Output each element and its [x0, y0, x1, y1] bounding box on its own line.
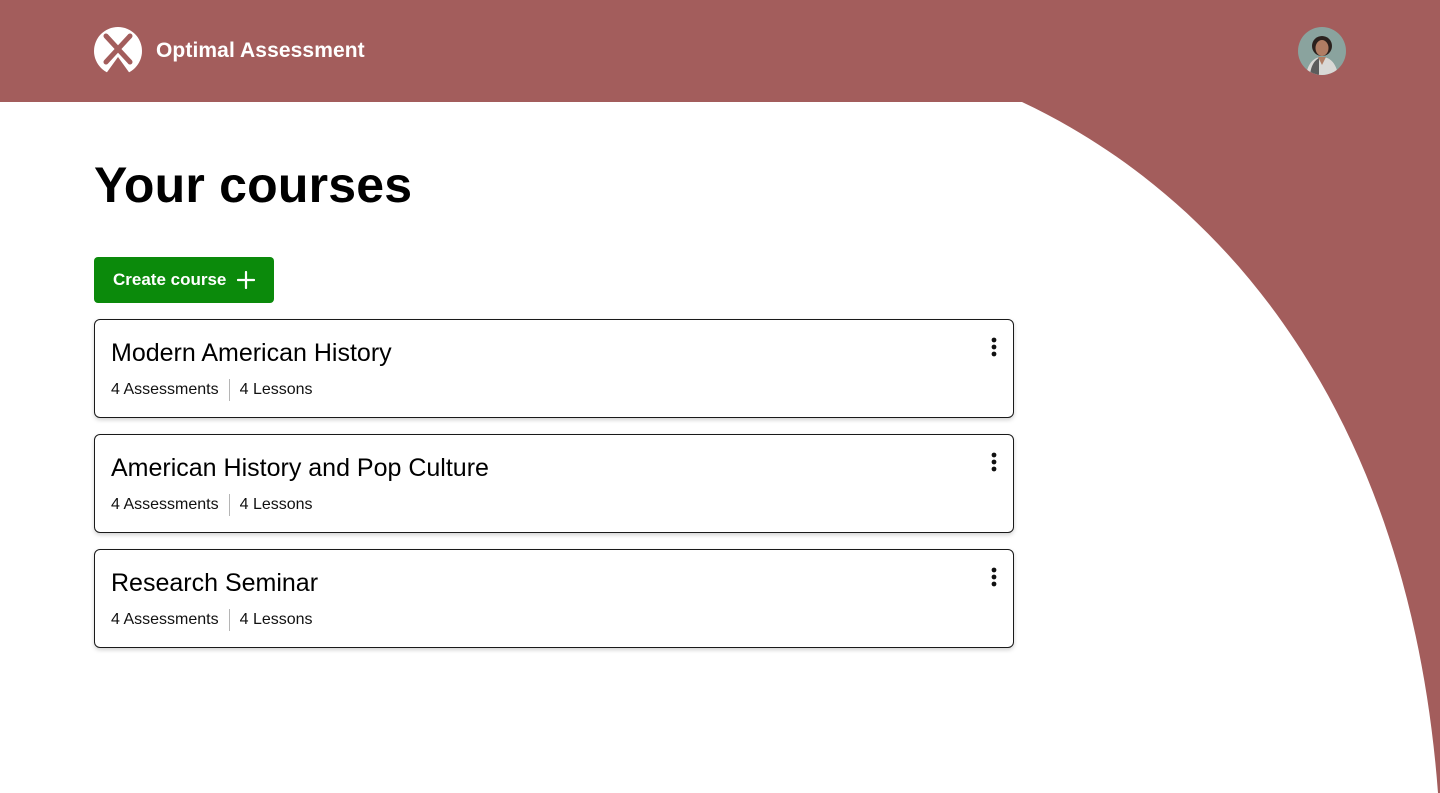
- create-course-button[interactable]: Create course: [94, 257, 275, 303]
- page: Optimal Assessment Your courses Create c…: [0, 0, 1440, 793]
- course-card[interactable]: Research Seminar 4 Assessments 4 Lessons: [94, 549, 1014, 648]
- course-meta: 4 Assessments 4 Lessons: [111, 379, 313, 401]
- course-card[interactable]: Modern American History 4 Assessments 4 …: [94, 319, 1014, 418]
- brand-home-link[interactable]: Optimal Assessment: [94, 27, 365, 75]
- kebab-menu-icon[interactable]: [983, 449, 1005, 475]
- course-title: Research Seminar: [111, 569, 319, 597]
- lesson-count: 4 Lessons: [239, 381, 313, 398]
- course-list: Modern American History 4 Assessments 4 …: [94, 319, 1014, 648]
- kebab-menu-icon[interactable]: [983, 564, 1005, 590]
- main-content: Your courses Create course Modern Americ…: [94, 102, 1014, 664]
- course-title: American History and Pop Culture: [111, 454, 489, 482]
- course-meta: 4 Assessments 4 Lessons: [111, 609, 313, 631]
- plus-icon: [237, 271, 256, 289]
- top-header: Optimal Assessment: [0, 0, 1440, 102]
- meta-divider: [228, 494, 230, 516]
- assessment-count: 4 Assessments: [111, 381, 219, 398]
- lesson-count: 4 Lessons: [239, 496, 313, 513]
- meta-divider: [228, 379, 230, 401]
- app-name: Optimal Assessment: [156, 39, 365, 62]
- course-meta: 4 Assessments 4 Lessons: [111, 494, 313, 516]
- page-title: Your courses: [94, 157, 413, 213]
- course-card[interactable]: American History and Pop Culture 4 Asses…: [94, 434, 1014, 533]
- crossed-pencils-logo-icon: [94, 27, 142, 75]
- kebab-menu-icon[interactable]: [983, 334, 1005, 360]
- lesson-count: 4 Lessons: [239, 611, 313, 628]
- create-course-label: Create course: [113, 270, 227, 289]
- assessment-count: 4 Assessments: [111, 496, 219, 513]
- course-title: Modern American History: [111, 339, 392, 367]
- assessment-count: 4 Assessments: [111, 611, 219, 628]
- meta-divider: [228, 609, 230, 631]
- avatar-image: [1298, 27, 1346, 75]
- user-avatar[interactable]: [1298, 27, 1346, 75]
